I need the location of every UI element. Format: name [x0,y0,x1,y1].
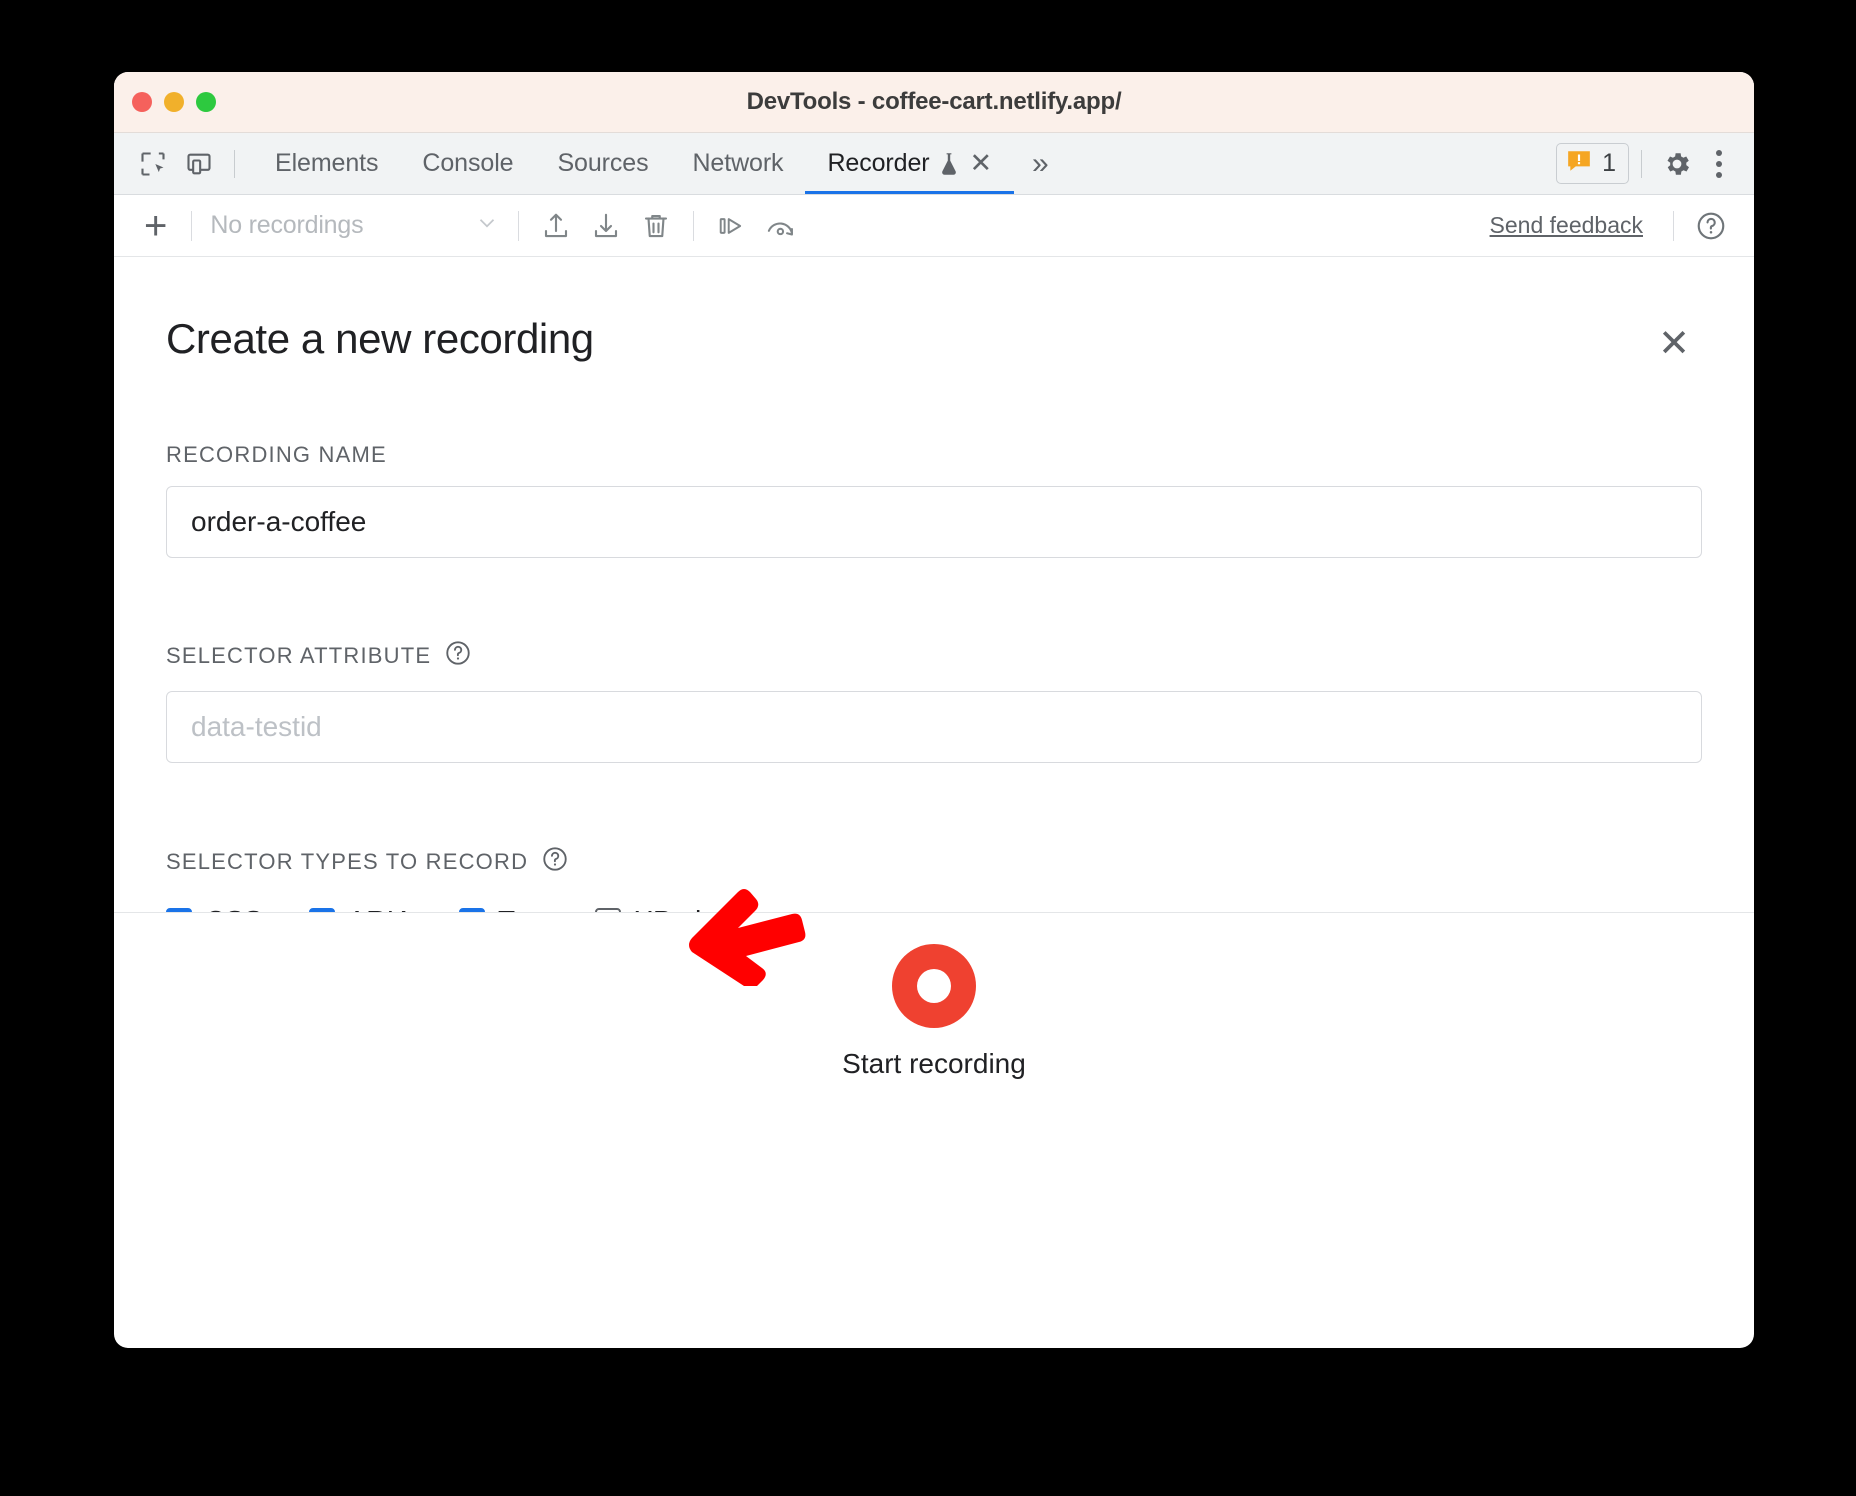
selector-attribute-group: Selector attribute data-testid [166,639,1702,763]
minimize-window-button[interactable] [164,92,184,112]
inspect-element-icon[interactable] [130,141,176,187]
help-circle-icon[interactable] [1686,204,1736,248]
start-recording-button[interactable] [892,944,976,1028]
maximize-window-button[interactable] [196,92,216,112]
selector-types-help-icon[interactable] [541,845,569,879]
tab-console-label: Console [422,149,513,178]
tab-elements[interactable]: Elements [253,133,400,194]
selector-types-label: Selector types to record [166,849,528,875]
create-recording-panel: Create a new recording ✕ Recording name … [114,257,1754,1111]
send-feedback-link[interactable]: Send feedback [1490,212,1661,239]
page-title: Create a new recording [166,315,594,363]
tab-sources[interactable]: Sources [535,133,670,194]
tab-recorder[interactable]: Recorder ✕ [805,133,1014,194]
tab-sources-label: Sources [557,149,648,178]
tabbar-right-actions: 1 [1556,141,1754,187]
recordings-select[interactable]: No recordings [204,210,506,241]
delete-recording-icon[interactable] [631,204,681,248]
devtools-window: DevTools - coffee-cart.netlify.app/ Ele [114,72,1754,1348]
recordings-select-value: No recordings [210,211,363,240]
close-panel-button[interactable]: ✕ [1652,319,1696,369]
recorder-toolbar-divider-1 [191,211,192,241]
tab-network[interactable]: Network [670,133,805,194]
experiment-flask-icon [939,152,959,176]
tab-console[interactable]: Console [400,133,535,194]
record-button-inner [917,969,951,1003]
recorder-toolbar-divider-3 [693,211,694,241]
selector-types-label-row: Selector types to record [166,845,1702,879]
selector-attribute-label: Selector attribute [166,643,431,669]
selector-attribute-label-row: Selector attribute [166,639,1702,673]
devtools-tab-list: Elements Console Sources Network Recorde… [253,133,1061,194]
chevron-down-icon [474,210,500,241]
window-title: DevTools - coffee-cart.netlify.app/ [114,88,1754,116]
warning-message-icon [1566,148,1592,179]
screenshot-stage: DevTools - coffee-cart.netlify.app/ Ele [0,0,1856,1496]
recording-name-input[interactable]: order-a-coffee [166,486,1702,558]
recording-name-group: Recording name order-a-coffee [166,442,1702,558]
warnings-badge[interactable]: 1 [1556,143,1629,184]
tab-network-label: Network [692,149,783,178]
toolbar-divider [234,150,235,178]
panel-footer: Start recording [114,912,1754,1111]
start-recording-label: Start recording [842,1048,1026,1080]
step-replay-icon[interactable] [706,204,756,248]
export-icon[interactable] [531,204,581,248]
recorder-toolbar: + No recordings [114,195,1754,257]
tabbar-divider [1641,150,1642,178]
recorder-toolbar-divider-2 [518,211,519,241]
selector-attribute-input[interactable]: data-testid [166,691,1702,763]
tab-recorder-close-icon[interactable]: ✕ [970,150,993,177]
replay-speed-icon[interactable] [756,204,806,248]
recording-name-label: Recording name [166,442,1702,468]
warnings-count: 1 [1602,149,1616,178]
tab-recorder-label: Recorder [827,149,929,178]
window-titlebar: DevTools - coffee-cart.netlify.app/ [114,72,1754,133]
three-dot-menu-icon[interactable] [1700,150,1738,178]
close-window-button[interactable] [132,92,152,112]
tab-elements-label: Elements [275,149,378,178]
window-traffic-lights [132,92,216,112]
import-icon[interactable] [581,204,631,248]
add-recording-button[interactable]: + [132,206,179,246]
gear-icon[interactable] [1654,141,1700,187]
devtools-tabbar: Elements Console Sources Network Recorde… [114,133,1754,195]
recorder-toolbar-divider-4 [1673,211,1674,241]
more-tabs-button[interactable]: » [1020,133,1061,194]
selector-attribute-help-icon[interactable] [444,639,472,673]
panel-header: Create a new recording ✕ [166,257,1702,369]
recorder-toolbar-right: Send feedback [1490,204,1736,248]
device-toolbar-icon[interactable] [176,141,222,187]
